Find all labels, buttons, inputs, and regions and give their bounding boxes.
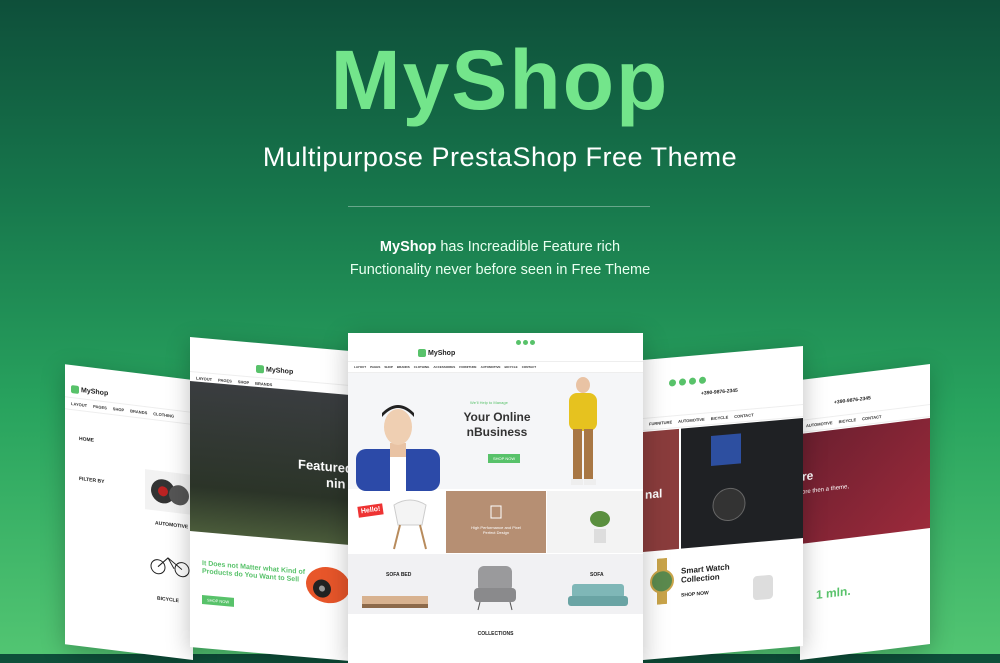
tagline-text: has Increadible Feature rich xyxy=(436,239,621,255)
hero-banner: Featured nin xyxy=(190,381,350,545)
phone-number: +390-9876-2345 xyxy=(701,387,738,397)
sofa-image xyxy=(568,584,628,606)
gold-watch-image xyxy=(647,557,677,611)
product-image xyxy=(145,469,191,515)
social-icon[interactable] xyxy=(530,340,535,345)
sofa-bed-image xyxy=(362,596,428,608)
smart-watch-title: Smart Watch Collection xyxy=(681,562,730,585)
screenshot-left-inner: MyShop LAYOUT PAGES SHOP BRANDS Featured ni… xyxy=(190,337,350,661)
social-icon[interactable] xyxy=(669,379,676,387)
plant-tile xyxy=(547,491,643,553)
screenshot-left-outer: MyShop LAYOUT PAGES SHOP BRANDS CLOTHING HOM… xyxy=(65,364,193,660)
hero-text: re xyxy=(802,468,814,484)
hero-subtext: ore then a theme, xyxy=(802,483,850,496)
tagline-brand: MyShop xyxy=(379,239,437,255)
social-icon[interactable] xyxy=(689,377,696,385)
hero-text: nal xyxy=(645,486,663,502)
collections-heading: COLLECTIONS xyxy=(477,631,514,637)
screenshot-right-inner: +390-9876-2345 FURNITURE AUTOMOTIVE BICYCL… xyxy=(643,346,803,660)
home-label: HOME xyxy=(79,436,94,444)
plant-image xyxy=(590,511,610,543)
bicycle-image xyxy=(150,550,190,584)
watch-image xyxy=(711,433,746,522)
sofa-label: SOFA xyxy=(590,572,604,578)
logo-icon xyxy=(256,364,264,374)
stat-million: 1 mln. xyxy=(816,583,851,603)
chair-tile: Hello! xyxy=(348,491,445,553)
hero-shop-button[interactable]: SHOP NOW xyxy=(488,447,521,465)
hero-subtitle: Multipurpose PrestaShop Free Theme xyxy=(262,142,738,172)
design-icon xyxy=(490,505,502,519)
hero-banner: We'll Help to Manage Your Online nBusine… xyxy=(348,373,643,491)
sofa-bed-label: SOFA BED xyxy=(386,572,412,578)
hero-text-2: nin xyxy=(326,474,346,492)
tagline-line2: Functionality never before seen in Free … xyxy=(349,262,651,278)
product-tile-dark xyxy=(681,418,803,549)
divider xyxy=(348,206,650,207)
filter-label: FILTER BY xyxy=(79,476,105,486)
hero-text: Featured xyxy=(298,456,350,477)
promo-text: It Does not Matter what Kind of Products… xyxy=(202,560,306,584)
logo-icon xyxy=(71,385,79,395)
hello-note: Hello! xyxy=(357,503,385,518)
screenshot-right-outer: +390-9876-2345 AUTOMOTIVE BICYCLE CONTACT … xyxy=(800,364,930,660)
category-bicycle: BICYCLE xyxy=(157,595,179,605)
car-engine-image xyxy=(300,557,350,616)
tagline: MyShop has Increadible Feature rich Func… xyxy=(0,236,1000,282)
logo-icon xyxy=(418,349,426,357)
phone-number: +390-9876-2345 xyxy=(834,395,871,406)
shot-logo: MyShop xyxy=(418,349,455,357)
chair-image xyxy=(393,499,427,550)
hero-banner: re ore then a theme, xyxy=(800,418,930,544)
performance-tile: High Performance and Pixel Perfect Desig… xyxy=(446,491,546,553)
performance-text: High Performance and Pixel Perfect Desig… xyxy=(471,525,521,535)
social-icons xyxy=(669,376,706,387)
shot-nav: LAYOUT PAGES SHOP BRANDS CLOTHING ACCESSORIES… xyxy=(348,361,643,373)
hero-small-text: We'll Help to Manage xyxy=(470,400,508,405)
screenshot-center: MyShop LAYOUT PAGES SHOP BRANDS CLOTHING ACCE… xyxy=(348,333,643,663)
social-icon[interactable] xyxy=(699,376,706,385)
social-icon[interactable] xyxy=(523,340,528,345)
promo-button[interactable]: SHOP NOW xyxy=(202,588,235,609)
brand-title: MyShop xyxy=(330,33,670,127)
category-automotive: AUTOMOTIVE xyxy=(155,520,189,531)
man-portrait-image xyxy=(356,405,440,491)
shop-now-link[interactable]: SHOP NOW xyxy=(681,590,709,598)
social-icon[interactable] xyxy=(679,378,686,386)
social-icon[interactable] xyxy=(516,340,521,345)
smartwatch-image xyxy=(743,572,783,610)
sofa-row: SOFA BED SOFA xyxy=(348,554,643,614)
woman-figure-image xyxy=(569,377,597,485)
hero-headline: Your Online nBusiness xyxy=(463,410,531,439)
brake-disc-image xyxy=(151,479,189,506)
hero-banner: nal xyxy=(643,428,679,552)
social-icons xyxy=(516,340,535,345)
armchair-image xyxy=(474,566,516,611)
feature-tiles: Hello! High Performance and Pixel Perfec… xyxy=(348,491,643,553)
